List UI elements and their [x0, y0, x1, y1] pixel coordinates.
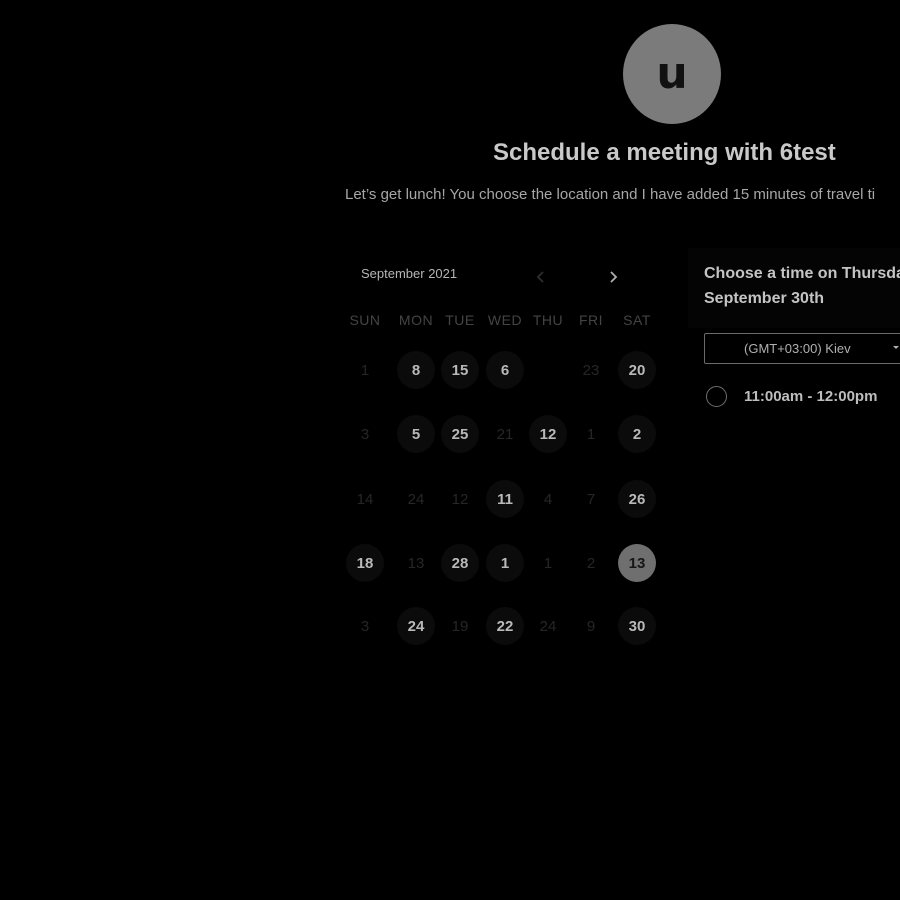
calendar-day: 24 — [407, 490, 425, 508]
calendar-day: 2 — [586, 554, 596, 572]
calendar-day-selected[interactable]: 13 — [618, 544, 656, 582]
avatar-initial: u — [656, 48, 688, 99]
calendar-day: 4 — [543, 490, 553, 508]
calendar-month-label: September 2021 — [361, 266, 458, 281]
calendar-day[interactable]: 25 — [441, 415, 479, 453]
time-slot-label: 11:00am - 12:00pm — [744, 387, 878, 405]
calendar-day: 13 — [407, 554, 425, 572]
calendar-day: 24 — [539, 617, 557, 635]
calendar-day: 7 — [586, 490, 596, 508]
calendar-day[interactable]: 28 — [441, 544, 479, 582]
calendar-day: 21 — [496, 425, 514, 443]
caret-down-icon — [893, 346, 899, 349]
time-panel-heading-line1: Choose a time on Thursda — [704, 265, 900, 282]
calendar-day[interactable]: 2 — [618, 415, 656, 453]
calendar-day[interactable]: 1 — [486, 544, 524, 582]
timezone-value: (GMT+03:00) Kiev — [744, 341, 851, 356]
calendar-day: 23 — [582, 361, 600, 379]
time-panel-heading: Choose a time on Thursda September 30th — [704, 261, 900, 311]
time-panel-heading-line2: September 30th — [704, 290, 825, 307]
event-description: Let’s get lunch! You choose the location… — [345, 186, 876, 203]
radio-circle-icon[interactable] — [706, 385, 727, 407]
calendar-day[interactable]: 11 — [486, 480, 524, 518]
calendar-day[interactable]: 5 — [397, 415, 435, 453]
calendar-day[interactable]: 24 — [397, 607, 435, 645]
calendar-day[interactable]: 22 — [486, 607, 524, 645]
calendar-day: 19 — [451, 617, 469, 635]
calendar-day: 12 — [451, 490, 469, 508]
weekday-label: SAT — [623, 312, 651, 328]
calendar-day[interactable]: 12 — [529, 415, 567, 453]
calendar-day: 3 — [360, 425, 370, 443]
calendar-day[interactable]: 6 — [486, 351, 524, 389]
calendar-day: 1 — [360, 361, 370, 379]
calendar-day: 1 — [586, 425, 596, 443]
calendar-day — [529, 351, 567, 389]
calendar-day[interactable]: 26 — [618, 480, 656, 518]
calendar-day[interactable]: 30 — [618, 607, 656, 645]
chevron-right-icon — [610, 271, 618, 283]
timezone-select[interactable]: (GMT+03:00) Kiev — [704, 333, 900, 364]
calendar-day: 3 — [360, 617, 370, 635]
calendar-day: 14 — [356, 490, 374, 508]
previous-month-button[interactable] — [526, 262, 556, 292]
host-avatar: u — [623, 24, 721, 124]
calendar-day[interactable]: 8 — [397, 351, 435, 389]
time-slot-option[interactable]: 11:00am - 12:00pm — [706, 384, 877, 408]
next-month-button[interactable] — [598, 262, 628, 292]
page-title: Schedule a meeting with 6test — [493, 139, 836, 166]
calendar-day: 9 — [586, 617, 596, 635]
calendar-day[interactable]: 15 — [441, 351, 479, 389]
chevron-left-icon — [536, 271, 544, 283]
calendar-day[interactable]: 18 — [346, 544, 384, 582]
calendar-day[interactable]: 20 — [618, 351, 656, 389]
calendar-day: 1 — [543, 554, 553, 572]
